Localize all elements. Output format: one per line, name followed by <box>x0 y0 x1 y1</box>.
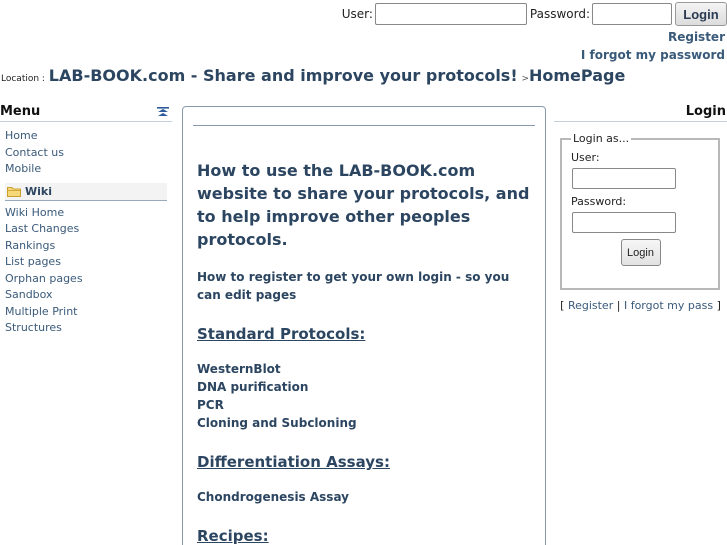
folder-icon <box>7 186 21 197</box>
top-password-input[interactable] <box>592 3 672 25</box>
menu-item-rankings[interactable]: Rankings <box>5 238 172 255</box>
login-password-label: Password: <box>571 195 627 208</box>
top-user-label: User: <box>341 7 373 21</box>
top-user-input[interactable] <box>374 3 527 25</box>
login-fieldset: Login as... User: Password: Login <box>560 132 720 290</box>
top-forgot-password-link[interactable]: I forgot my password <box>581 46 725 64</box>
wiki-menu-list: Wiki Home Last Changes Rankings List pag… <box>0 205 172 337</box>
menu-item-home[interactable]: Home <box>5 128 172 145</box>
assay-link[interactable]: Chondrogenesis Assay <box>197 488 535 506</box>
menu-item-orphan-pages[interactable]: Orphan pages <box>5 271 172 288</box>
top-register-link[interactable]: Register <box>581 28 725 46</box>
bracket-close: ] <box>716 299 721 312</box>
menu-item-structures[interactable]: Structures <box>5 320 172 337</box>
location-label: Location : <box>1 74 45 84</box>
section-title-differentiation-assays: Differentiation Assays: <box>197 453 390 471</box>
login-panel-title: Login <box>554 104 727 122</box>
protocol-link[interactable]: PCR <box>197 396 535 414</box>
differentiation-assays-list: Chondrogenesis Assay <box>197 488 535 506</box>
protocol-link[interactable]: WesternBlot <box>197 360 535 378</box>
breadcrumb-page-link[interactable]: HomePage <box>529 66 625 85</box>
login-button[interactable]: Login <box>620 239 661 266</box>
collapse-icon[interactable] <box>157 106 169 117</box>
panel-register-link[interactable]: Register <box>568 299 613 312</box>
menu-title: Menu <box>0 104 41 119</box>
protocol-link[interactable]: DNA purification <box>197 378 535 396</box>
top-login-bar: User: Password: Login <box>342 0 727 28</box>
page-heading: How to use the LAB-BOOK.com website to s… <box>197 161 530 249</box>
standard-protocols-list: WesternBlot DNA purification PCR Cloning… <box>197 360 535 432</box>
top-account-links: Register I forgot my password <box>581 28 725 64</box>
bracket-open: [ <box>560 299 565 312</box>
top-login-button[interactable]: Login <box>675 2 727 26</box>
top-password-label: Password: <box>529 7 590 21</box>
menu-item-list-pages[interactable]: List pages <box>5 254 172 271</box>
menu-item-contact[interactable]: Contact us <box>5 145 172 162</box>
login-panel: Login Login as... User: Password: Login … <box>554 104 727 312</box>
breadcrumb: Location : LAB-BOOK.com - Share and impr… <box>1 66 625 85</box>
menu-header: Menu <box>0 104 172 122</box>
login-legend: Login as... <box>573 132 630 145</box>
menu-list: Home Contact us Mobile <box>0 128 172 178</box>
wiki-section-header[interactable]: Wiki <box>5 182 167 201</box>
menu-item-wiki-home[interactable]: Wiki Home <box>5 205 172 222</box>
menu-item-multiple-print[interactable]: Multiple Print <box>5 304 172 321</box>
section-title-standard-protocols: Standard Protocols: <box>197 325 366 343</box>
left-menu: Menu Home Contact us Mobile Wiki Wiki Ho… <box>0 104 172 337</box>
login-user-input[interactable] <box>572 168 676 189</box>
menu-item-mobile[interactable]: Mobile <box>5 161 172 178</box>
breadcrumb-site-link[interactable]: LAB-BOOK.com - Share and improve your pr… <box>49 66 518 85</box>
main-content: How to use the LAB-BOOK.com website to s… <box>182 106 546 545</box>
section-title-recipes: Recipes: <box>197 527 269 545</box>
menu-item-sandbox[interactable]: Sandbox <box>5 287 172 304</box>
wiki-section-label: Wiki <box>25 184 52 198</box>
login-panel-links: [ Register | I forgot my pass ] <box>554 299 727 312</box>
breadcrumb-separator: > <box>521 74 529 84</box>
login-user-label: User: <box>571 151 600 164</box>
login-password-input[interactable] <box>572 212 676 233</box>
register-help-link[interactable]: How to register to get your own login - … <box>197 268 535 304</box>
content-divider <box>193 125 535 126</box>
panel-forgot-link[interactable]: I forgot my pass <box>624 299 713 312</box>
link-divider: | <box>616 299 621 312</box>
menu-item-last-changes[interactable]: Last Changes <box>5 221 172 238</box>
login-button-wrap: Login <box>571 239 710 266</box>
protocol-link[interactable]: Cloning and Subcloning <box>197 414 535 432</box>
